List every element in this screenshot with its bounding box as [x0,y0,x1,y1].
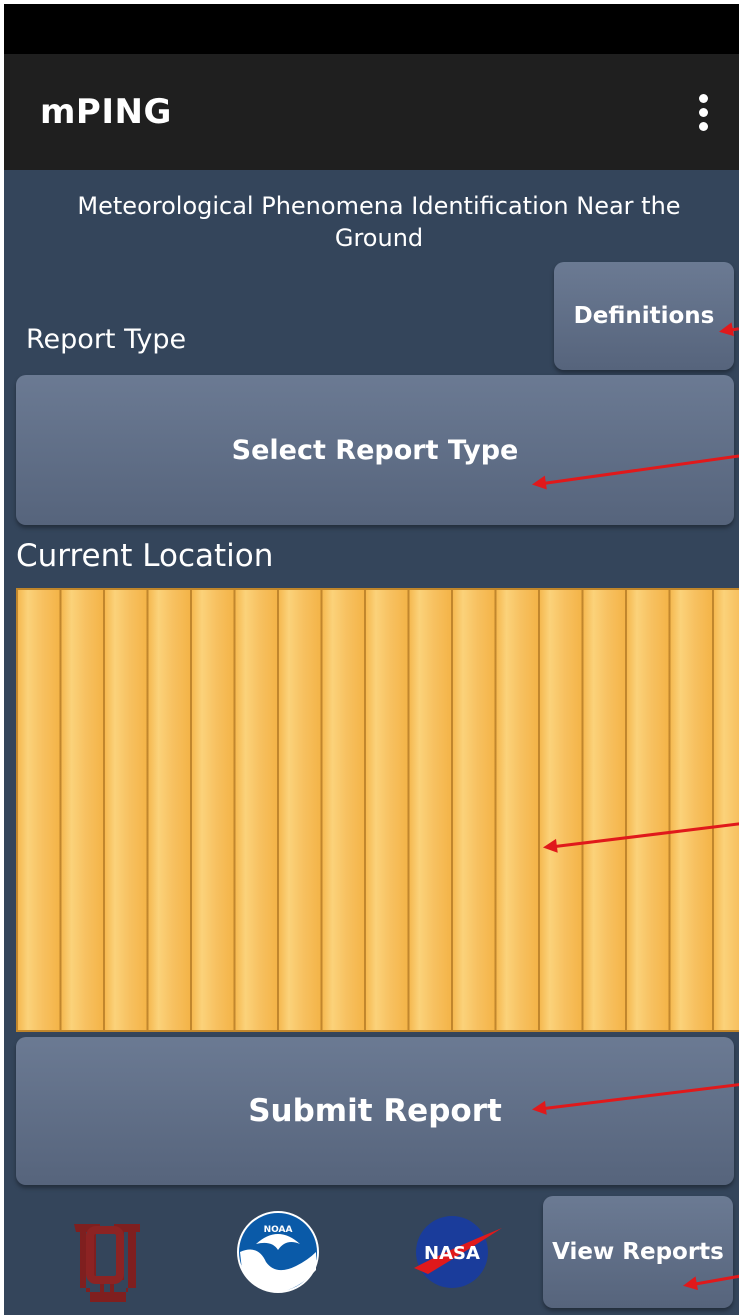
nasa-logo-text: NASA [424,1243,480,1264]
noaa-logo: NOAA [237,1211,319,1293]
app-subtitle: Meteorological Phenomena Identification … [77,192,681,252]
annotation-arrow-icon [722,327,739,333]
submit-report-button[interactable]: Submit Report [16,1037,734,1185]
report-type-label: Report Type [26,324,187,355]
ou-logo [74,1224,140,1302]
main-content: Meteorological Phenomena Identification … [4,170,739,1315]
noaa-logo-text: NOAA [264,1225,293,1235]
status-bar [4,4,739,54]
app-bar: mPING [4,54,739,170]
phone-screen: mPING Meteorological Phenomena Identific… [0,0,739,1315]
nasa-logo: NASA [414,1216,502,1288]
select-report-type-button[interactable]: Select Report Type [16,375,734,525]
app-title: mPING [40,92,172,132]
current-location-label: Current Location [16,538,274,574]
location-map[interactable] [16,588,739,1032]
definitions-button[interactable]: Definitions [554,262,734,370]
overflow-menu-icon[interactable] [697,94,709,132]
view-reports-button[interactable]: View Reports [543,1196,733,1308]
